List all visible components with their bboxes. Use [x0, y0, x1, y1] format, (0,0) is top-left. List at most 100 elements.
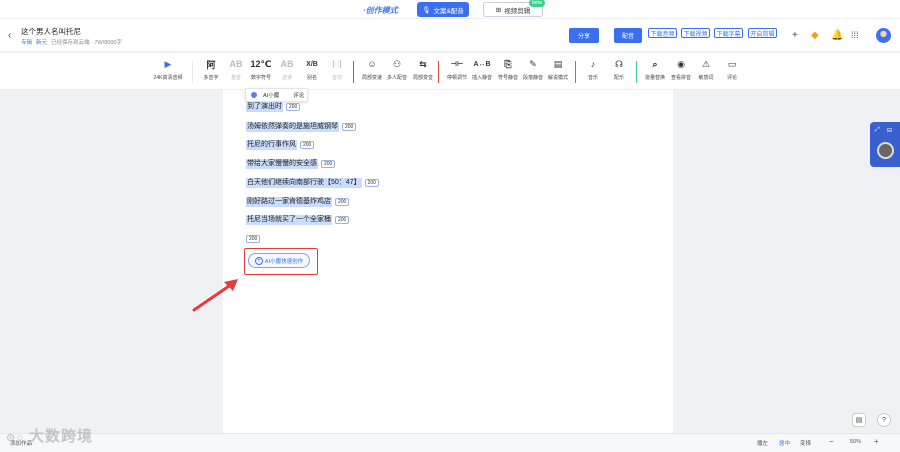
- script-line-empty[interactable]: 200: [246, 234, 261, 244]
- pause-tag[interactable]: 200: [342, 123, 357, 131]
- toolbar-divider: [575, 61, 576, 83]
- number-symbol-icon: 12℃: [250, 58, 272, 69]
- avatar[interactable]: [876, 28, 891, 43]
- line-text[interactable]: 到了演出时: [246, 102, 283, 112]
- tool-music[interactable]: ♪ 音乐: [579, 57, 607, 87]
- toolbar-divider: [636, 61, 637, 83]
- document-header: ‹ 这个男人名叫托尼 专辑 新元 已经保存到云端 · 7W/8000字 分享 配…: [0, 19, 900, 52]
- line-text[interactable]: 托尼当场就买了一个全家桶: [246, 215, 332, 225]
- script-line[interactable]: 托尼当场就买了一个全家桶 200: [246, 215, 350, 225]
- tool-sound-effect[interactable]: [○] 音效: [323, 57, 351, 87]
- align-center-button[interactable]: 居中: [779, 439, 790, 447]
- beta-badge: beta: [529, 0, 545, 7]
- tool-comment[interactable]: ▭ 评论: [718, 57, 746, 87]
- download-video-button[interactable]: 下载视频: [681, 28, 710, 38]
- apps-grid-icon[interactable]: ⁞⁞⁞: [851, 30, 859, 40]
- bell-icon[interactable]: 🔔: [831, 30, 843, 41]
- help-icon[interactable]: ?: [877, 413, 891, 427]
- panel-settings-icon[interactable]: ⊟: [887, 127, 892, 134]
- tool-view-pinyin[interactable]: ◉ 查看拼音: [667, 57, 695, 87]
- tool-polyphone[interactable]: 阿多音字: [197, 57, 225, 87]
- line-text[interactable]: 带给大家慢慢的安全感: [246, 159, 318, 169]
- symbol-silence-icon: ⎘: [504, 58, 512, 69]
- save-status: 已经保存到云端 · 7W/8000字: [51, 40, 122, 46]
- align-left-button[interactable]: 播左: [757, 439, 768, 447]
- tool-label: 24K高清音频: [153, 75, 183, 81]
- ai-quick-create-button[interactable]: + AI小魔快速创作: [248, 253, 310, 268]
- tool-stress[interactable]: AB 重音: [222, 57, 250, 87]
- annotation-arrow-icon: [192, 279, 238, 312]
- line-text[interactable]: 白天他们继续向南部行驶【50：47】: [246, 178, 362, 188]
- download-video-label: 下载视频: [683, 31, 708, 38]
- tool-label: 停顿调节: [446, 75, 467, 81]
- tool-label: 局部变音: [412, 75, 433, 81]
- tool-local-speed[interactable]: ☺ 局部变速: [358, 57, 386, 87]
- tool-hd-audio[interactable]: ▶ 24K高清音频: [150, 57, 186, 87]
- tool-alias[interactable]: X/B 别名: [298, 57, 326, 87]
- line-text[interactable]: 刚好路过一家肯德基炸鸡店: [246, 197, 332, 207]
- pause-tag[interactable]: 200: [300, 141, 315, 149]
- breadcrumb-new[interactable]: 新元: [36, 38, 47, 46]
- zoom-out-button[interactable]: −: [829, 437, 834, 446]
- tool-paragraph-silence[interactable]: ✎ 段落静音: [519, 57, 547, 87]
- polyphone-icon: 阿: [206, 59, 216, 70]
- comment-button[interactable]: 评论: [293, 91, 304, 99]
- tool-local-voice-change[interactable]: ⇆ 局部变音: [409, 57, 437, 87]
- tool-sensitive-words[interactable]: ⚠ 敏感词: [692, 57, 720, 87]
- download-audio-button[interactable]: 下载音频: [648, 28, 677, 38]
- keyboard-icon[interactable]: ▤: [852, 413, 866, 427]
- diamond-icon[interactable]: ◆: [811, 30, 819, 41]
- line-text[interactable]: 汤姆依然弹奏的是施坦威钢琴: [246, 122, 339, 132]
- tool-pause-adjust[interactable]: ⊣⊢ 停顿调节: [443, 57, 471, 87]
- tool-symbol-silence[interactable]: ⎘ 符号静音: [494, 57, 522, 87]
- tool-label: 段落静音: [522, 75, 543, 81]
- line-text[interactable]: 托尼的行事作风: [246, 140, 297, 150]
- tool-soundtrack[interactable]: ☊ 配乐: [605, 57, 633, 87]
- switch-button[interactable]: 变择: [800, 439, 811, 447]
- tool-liaison[interactable]: AB 连读: [273, 57, 301, 87]
- script-line[interactable]: 白天他们继续向南部行驶【50：47】 200: [246, 178, 379, 188]
- pause-tag[interactable]: 200: [286, 103, 301, 111]
- pause-tag[interactable]: 200: [335, 198, 350, 206]
- script-line[interactable]: 带给大家慢慢的安全感 200: [246, 159, 336, 169]
- copy-dub-tab[interactable]: 🎙 文案&配音: [417, 2, 469, 17]
- download-subtitle-label: 下载字幕: [716, 31, 741, 38]
- breadcrumb-album[interactable]: 专辑: [21, 38, 32, 46]
- ai-assistant-icon: [251, 92, 257, 98]
- tool-label: 数字符号: [250, 75, 271, 81]
- dub-label: 配音: [621, 34, 634, 40]
- open-clip-label: 开启剪辑: [750, 31, 775, 38]
- toolbar-divider: [353, 61, 354, 83]
- video-edit-label: 视频剪辑: [504, 7, 531, 15]
- document-title[interactable]: 这个男人名叫托尼: [21, 26, 81, 37]
- sound-effect-icon: [○]: [332, 60, 342, 68]
- share-button[interactable]: 分享: [569, 28, 599, 43]
- tool-label: 敏感词: [698, 75, 714, 81]
- microphone-icon: 🎙: [422, 6, 431, 14]
- ai-assistant-button[interactable]: AI小魔: [263, 91, 279, 99]
- floating-media-panel[interactable]: ⤢ ⊟: [870, 122, 900, 167]
- dub-button[interactable]: 配音: [614, 28, 642, 43]
- script-line[interactable]: 到了演出时 200: [246, 102, 301, 112]
- tool-label: 多音字: [203, 75, 219, 81]
- download-subtitle-button[interactable]: 下载字幕: [714, 28, 743, 38]
- tool-number-symbol[interactable]: 12℃ 数字符号: [247, 57, 275, 87]
- pause-tag[interactable]: 200: [335, 216, 350, 224]
- audio-disc-icon[interactable]: [877, 142, 894, 159]
- pause-tag[interactable]: 200: [364, 179, 379, 187]
- pause-tag[interactable]: 200: [246, 235, 261, 243]
- open-clip-button[interactable]: 开启剪辑: [748, 28, 777, 38]
- script-line[interactable]: 汤姆依然弹奏的是施坦威钢琴 200: [246, 122, 357, 132]
- expand-icon[interactable]: ⤢: [875, 127, 880, 134]
- add-icon[interactable]: +: [792, 30, 798, 41]
- tool-insert-silence[interactable]: A↔B 插入静音: [468, 57, 496, 87]
- tool-label: 符号静音: [497, 75, 518, 81]
- back-icon[interactable]: ‹: [8, 30, 11, 41]
- tool-narration-mode[interactable]: ▤ 解说模式: [544, 57, 572, 87]
- script-line[interactable]: 托尼的行事作风 200: [246, 140, 315, 150]
- tool-batch-replace[interactable]: ⌕ 批量替换: [641, 57, 669, 87]
- zoom-in-button[interactable]: +: [874, 437, 879, 446]
- pause-tag[interactable]: 200: [321, 160, 336, 168]
- script-line[interactable]: 刚好路过一家肯德基炸鸡店 200: [246, 197, 350, 207]
- tool-multi-voice[interactable]: ⚇ 多人配音: [383, 57, 411, 87]
